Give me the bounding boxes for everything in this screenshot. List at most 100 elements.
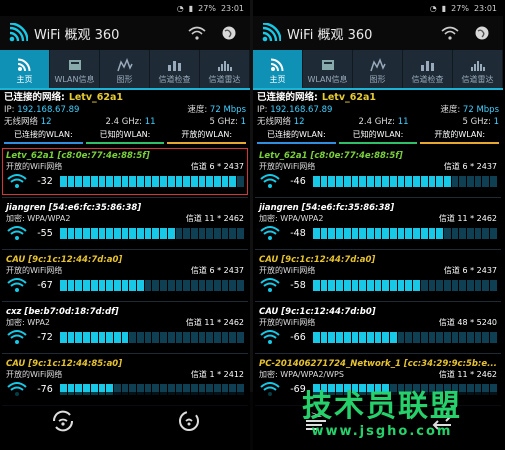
network-channel: 信道 6 * 2437 <box>190 266 244 275</box>
app-title: WiFi 概观 360 <box>34 27 120 43</box>
globe-icon[interactable] <box>218 22 240 44</box>
network-card[interactable]: Letv_62a1 [c8:0e:77:4e:88:5f] 开放的WiFi网络 … <box>2 148 248 195</box>
signal-segment <box>152 279 160 291</box>
signal-segment <box>113 175 121 187</box>
network-name: CAU [9c:1c:12:44:7d:a0] <box>6 255 123 265</box>
network-channel: 信道 11 * 2462 <box>185 214 244 223</box>
wireless-count: 12 <box>40 117 52 127</box>
signal-segment <box>144 279 152 291</box>
tab-channel-radar[interactable]: 信道雷达 <box>200 50 249 88</box>
connected-wlan-tag: 已连接的WLAN: <box>257 129 336 144</box>
signal-segment <box>229 279 237 291</box>
signal-segment <box>343 227 351 239</box>
signal-segment <box>221 331 229 343</box>
signal-segment <box>436 175 443 187</box>
globe-icon[interactable] <box>471 22 493 44</box>
network-card[interactable]: CAU [9c:1c:12:44:7d:a0] 开放的WiFi网络 信道 6 *… <box>2 252 248 299</box>
network-card[interactable]: CAU [9c:1c:12:44:7d:a0] 开放的WiFi网络 信道 6 *… <box>255 252 501 299</box>
network-name: CAU [9c:1c:12:44:7d:a0] <box>259 255 376 265</box>
auto-refresh-button[interactable] <box>173 405 205 437</box>
tab-channel-check[interactable]: 信道检查 <box>150 50 199 88</box>
watermark-title: 技术员联盟 <box>302 389 462 424</box>
tab-home[interactable]: 主页 <box>253 50 302 88</box>
signal-segment <box>336 331 343 343</box>
signal-segment <box>320 227 328 239</box>
signal-segment <box>359 331 366 343</box>
tab-home[interactable]: 主页 <box>0 50 49 88</box>
list-divider <box>255 353 501 354</box>
tab-label: 图形 <box>116 75 133 84</box>
ghz5-label: 5 GHz: <box>209 117 238 127</box>
network-security: 开放的WiFi网络 <box>259 318 316 327</box>
network-card[interactable]: Letv_62a1 [c8:0e:77:4e:88:5f] 开放的WiFi网络 … <box>255 148 501 195</box>
signal-segment <box>190 331 198 343</box>
network-name: cxz [be:b7:0d:18:7d:df] <box>6 307 119 317</box>
app-logo-icon <box>262 23 281 42</box>
tab-wlan-info[interactable]: WLAN信息 <box>303 50 352 88</box>
signal-segment <box>343 331 351 343</box>
wifi-signal-icon <box>7 226 27 240</box>
tab-graph[interactable]: 图形 <box>100 50 149 88</box>
tab-channel-check[interactable]: 信道检查 <box>403 50 452 88</box>
tab-channel-radar[interactable]: 信道雷达 <box>453 50 502 88</box>
signal-segment <box>443 331 451 343</box>
signal-segment <box>90 175 98 187</box>
network-name: Letv_62a1 [c8:0e:77:4e:88:5f] <box>6 151 150 161</box>
list-divider <box>255 301 501 302</box>
list-divider <box>2 353 248 354</box>
network-name: Letv_62a1 [c8:0e:77:4e:88:5f] <box>259 151 403 161</box>
signal-segment <box>175 279 183 291</box>
ghz24-count: 11 <box>397 117 409 127</box>
network-rssi: -55 <box>37 227 53 239</box>
signal-segment <box>175 175 183 187</box>
signal-segment <box>328 279 336 291</box>
connected-wlan-tag: 已连接的WLAN: <box>4 129 83 144</box>
graph-icon <box>116 58 133 72</box>
wifi-toggle-icon[interactable] <box>439 22 461 44</box>
signal-segment <box>221 175 229 187</box>
signal-segment <box>320 175 328 187</box>
signal-segment <box>413 227 420 239</box>
network-name: CAU [9c:1c:12:44:7d:b0] <box>259 307 376 317</box>
tab-wlan-info[interactable]: WLAN信息 <box>50 50 99 88</box>
signal-segment <box>160 279 167 291</box>
signal-segment <box>313 331 320 343</box>
signal-segment <box>451 175 459 187</box>
signal-segment <box>328 331 336 343</box>
signal-segment <box>198 175 206 187</box>
network-card[interactable]: jiangren [54:e6:fc:35:86:38] 加密: WPA/WPA… <box>255 200 501 247</box>
list-divider <box>255 197 501 198</box>
signal-segment <box>75 175 83 187</box>
signal-segment <box>490 227 497 239</box>
network-card[interactable]: jiangren [54:e6:fc:35:86:38] 加密: WPA/WPA… <box>2 200 248 247</box>
connected-network-heading: 已连接的网络: Letv_62a1 <box>4 92 246 104</box>
signal-segment <box>459 175 467 187</box>
network-rssi: -67 <box>37 279 53 291</box>
network-name: PC-201406271724_Network_1 [cc:34:29:9c:5… <box>259 359 497 369</box>
signal-status-icon: ▮ <box>188 3 194 13</box>
connected-label: 已连接的网络: <box>257 92 318 103</box>
network-security: 加密: WPA/WPA2/WPS <box>259 370 344 379</box>
signal-segment <box>106 227 113 239</box>
known-wlan-tag: 已知的WLAN: <box>85 129 165 144</box>
app-title: WiFi 概观 360 <box>287 27 373 43</box>
network-card[interactable]: cxz [be:b7:0d:18:7d:df] 加密: WPA2 信道 11 *… <box>2 304 248 351</box>
network-security: 开放的WiFi网络 <box>6 162 63 171</box>
connected-label: 已连接的网络: <box>4 92 65 103</box>
network-card[interactable]: CAU [9c:1c:12:44:7d:b0] 开放的WiFi网络 信道 48 … <box>255 304 501 351</box>
refresh-wifi-button[interactable] <box>47 405 79 437</box>
site-watermark: 技术员联盟 www.jsgho.com <box>267 390 497 448</box>
info-icon <box>68 60 81 70</box>
signal-segment <box>83 175 90 187</box>
wifi-toggle-icon[interactable] <box>186 22 208 44</box>
signal-segment <box>121 279 129 291</box>
open-wlan-tag: 开放的WLAN: <box>420 129 500 144</box>
signal-segment <box>436 227 443 239</box>
tab-label: 主页 <box>16 75 33 84</box>
ghz24-count: 11 <box>144 117 156 127</box>
tab-graph[interactable]: 图形 <box>353 50 402 88</box>
signal-segment <box>167 331 175 343</box>
wireless-count-label: 无线网络 <box>257 117 292 127</box>
signal-strength-meter <box>313 279 497 291</box>
signal-segment <box>382 227 390 239</box>
